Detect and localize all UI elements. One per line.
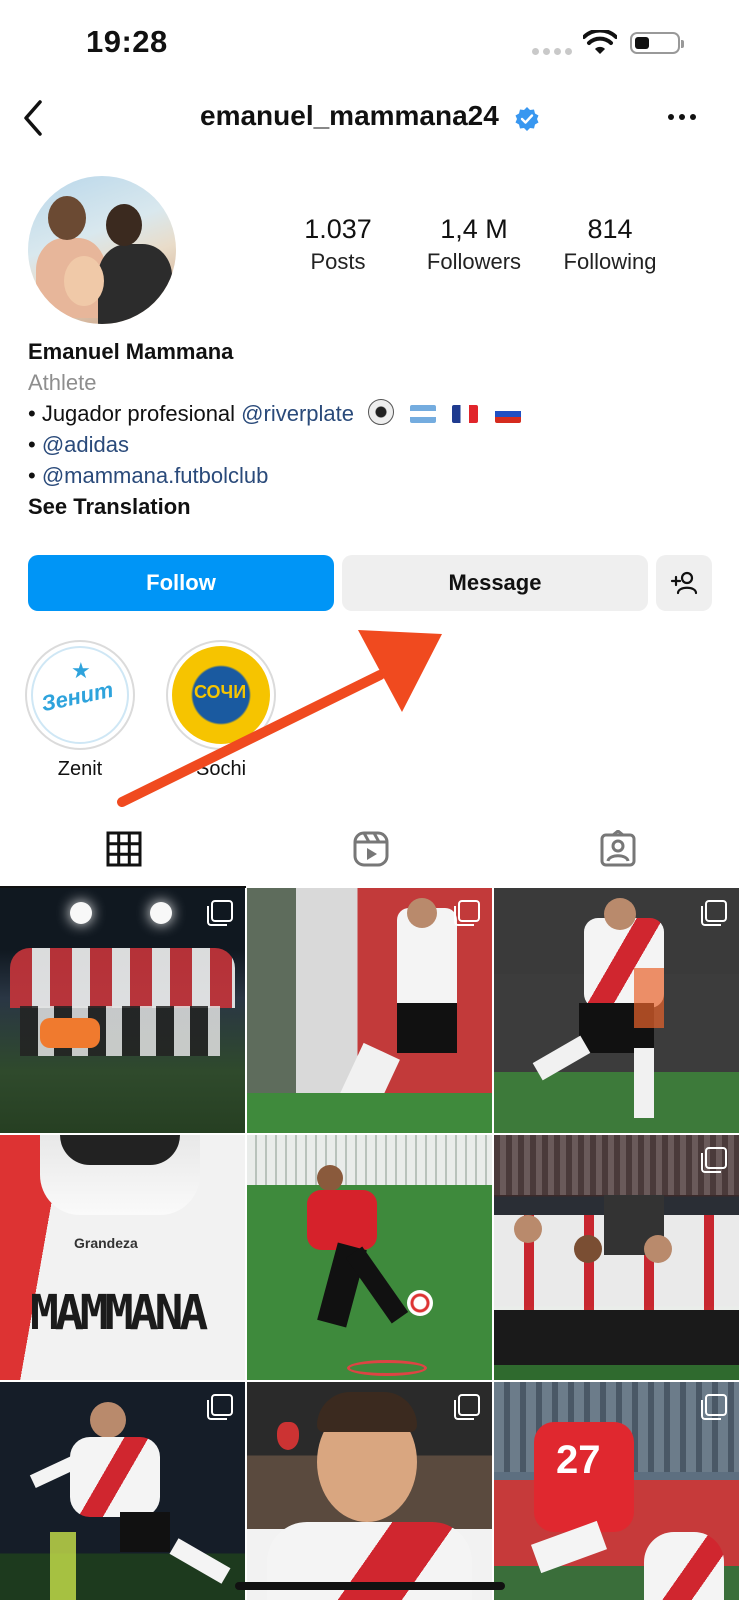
battery-icon [630, 32, 684, 54]
bio-line-1: • Jugador profesional @riverplate [28, 398, 718, 429]
post-thumbnail[interactable] [247, 888, 492, 1133]
post-thumbnail[interactable] [0, 1382, 245, 1600]
followers-label: Followers [426, 249, 522, 274]
profile-bio: Emanuel Mammana Athlete • Jugador profes… [28, 336, 718, 522]
post-thumbnail[interactable] [247, 1382, 492, 1600]
bio-line-2: • @adidas [28, 429, 718, 460]
multiple-photos-icon [701, 1147, 727, 1173]
stat-following[interactable]: 814 Following [540, 214, 680, 275]
reels-icon [353, 831, 389, 867]
stat-followers[interactable]: 1,4 M Followers [404, 214, 544, 275]
see-translation-link[interactable]: See Translation [28, 491, 718, 522]
grid-icon [106, 831, 142, 867]
multiple-photos-icon [454, 1394, 480, 1420]
followers-count: 1,4 M [440, 214, 508, 244]
following-count: 814 [587, 214, 633, 244]
multiple-photos-icon [207, 900, 233, 926]
posts-grid: Grandeza MAMMANA 27 [0, 888, 740, 1600]
verified-badge-icon [515, 107, 539, 131]
posts-count: 1.037 [304, 214, 372, 244]
tab-posts-grid[interactable] [0, 820, 246, 888]
bio-bullet: • [28, 463, 42, 488]
post-thumbnail[interactable]: 27 [494, 1382, 739, 1600]
argentina-flag-icon [410, 405, 437, 423]
back-chevron-icon[interactable] [20, 98, 46, 138]
post-thumbnail[interactable] [494, 1135, 739, 1380]
follow-button[interactable]: Follow [28, 555, 334, 611]
jersey-sponsor-text: Grandeza [74, 1235, 138, 1251]
annotation-arrow-icon [117, 630, 442, 807]
post-thumbnail[interactable] [0, 888, 245, 1133]
more-options-icon[interactable] [668, 114, 696, 120]
jersey-name-text: MAMMANA [30, 1285, 208, 1341]
profile-header: emanuel_mammana24 [0, 90, 740, 148]
following-label: Following [563, 249, 657, 274]
post-thumbnail[interactable]: Grandeza MAMMANA [0, 1135, 245, 1380]
profile-avatar[interactable] [28, 176, 176, 324]
multiple-photos-icon [701, 900, 727, 926]
russia-flag-icon [494, 405, 521, 423]
post-thumbnail[interactable] [247, 1135, 492, 1380]
profile-category: Athlete [28, 370, 97, 395]
tagged-icon [600, 830, 636, 867]
multiple-photos-icon [701, 1394, 727, 1420]
profile-username: emanuel_mammana24 [200, 100, 499, 131]
post-thumbnail[interactable] [494, 888, 739, 1133]
message-button[interactable]: Message [342, 555, 648, 611]
home-indicator[interactable] [235, 1582, 505, 1590]
mention-link-mammana-futbolclub[interactable]: @mammana.futbolclub [42, 463, 269, 488]
mention-link-adidas[interactable]: @adidas [42, 432, 129, 457]
cellular-signal-icon [532, 48, 572, 55]
posts-label: Posts [310, 249, 366, 274]
add-person-icon [670, 571, 698, 595]
multiple-photos-icon [454, 900, 480, 926]
bio-text: • Jugador profesional [28, 401, 242, 426]
soccer-ball-emoji-icon [368, 399, 395, 425]
status-time: 19:28 [86, 24, 168, 59]
status-bar: 19:28 [0, 0, 740, 88]
jersey-number-text: 27 [556, 1438, 601, 1482]
bio-bullet: • [28, 432, 42, 457]
tab-reels[interactable] [247, 820, 493, 888]
wifi-icon [583, 30, 617, 54]
france-flag-icon [452, 405, 479, 423]
tab-tagged[interactable] [494, 820, 740, 888]
profile-full-name: Emanuel Mammana [28, 339, 234, 364]
multiple-photos-icon [207, 1394, 233, 1420]
stat-posts[interactable]: 1.037 Posts [268, 214, 408, 275]
mention-link-riverplate[interactable]: @riverplate [241, 401, 354, 426]
suggested-accounts-button[interactable] [656, 555, 712, 611]
bio-line-3: • @mammana.futbolclub [28, 460, 718, 491]
profile-tabs [0, 820, 740, 888]
profile-screen: 19:28 emanuel_mammana24 1.037 Posts 1,4 … [0, 0, 740, 1600]
